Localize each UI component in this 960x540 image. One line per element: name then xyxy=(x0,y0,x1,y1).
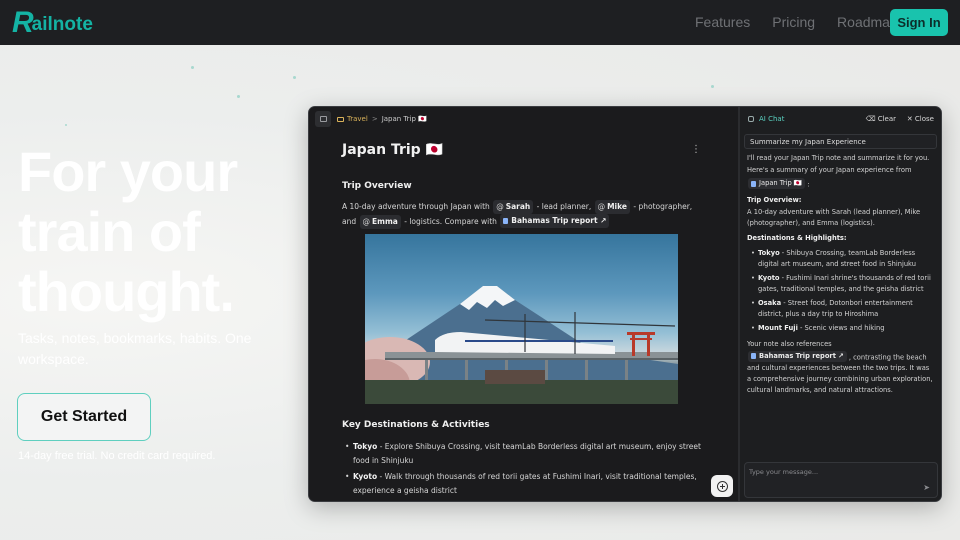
ai-chat-panel: AI Chat ⌫ Clear ✕ Close Summarize my Jap… xyxy=(740,107,941,501)
decorative-dot xyxy=(191,66,194,69)
hero-title-line: thought. xyxy=(18,260,235,323)
photo-illustration xyxy=(365,286,678,404)
hero-title: For your train of thought. xyxy=(18,140,238,323)
more-vertical-icon[interactable]: ⋮ xyxy=(691,145,701,155)
close-icon: ✕ xyxy=(906,115,915,123)
breadcrumb: Travel > Japan Trip 🇯🇵 xyxy=(315,111,427,127)
ai-section-label: Trip Overview: xyxy=(747,195,802,204)
chat-header: AI Chat ⌫ Clear ✕ Close xyxy=(748,113,936,125)
nav-link-features[interactable]: Features xyxy=(695,14,750,30)
logo-wordmark: ailnote xyxy=(31,14,93,35)
send-icon[interactable]: ➤ xyxy=(923,483,930,492)
overview-paragraph[interactable]: A 10-day adventure through Japan with @ S… xyxy=(342,200,702,229)
app-preview-window: Travel > Japan Trip 🇯🇵 ⋮ Japan Trip 🇯🇵 T… xyxy=(308,106,942,502)
nav-link-pricing[interactable]: Pricing xyxy=(772,14,815,30)
ai-text: Here's a summary of your Japan experienc… xyxy=(747,166,912,174)
plus-circle-icon[interactable] xyxy=(711,475,733,497)
close-button[interactable]: ✕ Close xyxy=(907,115,934,123)
nav-link-roadmap[interactable]: Roadmap xyxy=(837,14,898,30)
list-item: Mount Fuji - Scenic views and hiking xyxy=(751,323,935,334)
breadcrumb-separator: > xyxy=(371,115,378,123)
decorative-dot xyxy=(65,124,67,126)
chat-message-input[interactable] xyxy=(749,466,919,478)
get-started-button[interactable]: Get Started xyxy=(17,393,151,441)
section-heading: Key Destinations & Activities xyxy=(342,420,490,430)
trial-note: 14-day free trial. No credit card requir… xyxy=(18,450,216,462)
decorative-dot xyxy=(237,95,240,98)
document-icon xyxy=(503,218,509,224)
highlights-list: Tokyo - Shibuya Crossing, teamLab Border… xyxy=(747,248,935,334)
breadcrumb-current-page[interactable]: Japan Trip 🇯🇵 xyxy=(382,115,427,123)
clear-button[interactable]: ⌫ Clear xyxy=(866,115,896,123)
decorative-dot xyxy=(293,76,296,79)
brand-logo[interactable]: R ailnote xyxy=(12,6,93,39)
list-item: Tokyo - Shibuya Crossing, teamLab Border… xyxy=(751,248,935,270)
chat-icon xyxy=(748,116,754,122)
list-item: Kyoto - Fushimi Inari shrine's thousands… xyxy=(751,273,935,295)
hero-title-line: For your xyxy=(18,140,238,203)
mention-mike[interactable]: @ Mike xyxy=(594,200,631,214)
ai-text: A 10-day adventure with Sarah (lead plan… xyxy=(747,207,921,227)
destinations-list: Tokyo - Explore Shibuya Crossing, visit … xyxy=(345,440,705,500)
eraser-icon: ⌫ xyxy=(865,115,878,123)
note-link-japan[interactable]: Japan Trip 🇯🇵 xyxy=(748,178,806,189)
ai-text: Japan Trip 🇯🇵: xyxy=(747,177,935,191)
nav-links: Features Pricing Roadmap xyxy=(695,14,920,30)
note-link-bahamas[interactable]: Bahamas Trip report ↗ xyxy=(500,214,610,228)
list-item[interactable]: Kyoto - Walk through thousands of red to… xyxy=(345,470,705,498)
sidebar-icon[interactable] xyxy=(315,111,331,127)
overview-text: A 10-day adventure through Japan with xyxy=(342,202,490,211)
chat-input-box: ➤ xyxy=(744,462,938,498)
note-link-bahamas[interactable]: Bahamas Trip report ↗ xyxy=(748,350,847,362)
breadcrumb-travel[interactable]: Travel xyxy=(337,115,368,123)
overview-text: - logistics. Compare with xyxy=(404,217,497,226)
section-heading: Trip Overview xyxy=(342,181,412,191)
folder-icon xyxy=(337,116,344,122)
sign-in-button[interactable]: Sign In xyxy=(890,9,948,36)
chat-title: AI Chat xyxy=(748,115,784,123)
overview-text: - lead planner, xyxy=(536,202,592,211)
list-item: Osaka - Street food, Dotonbori entertain… xyxy=(751,298,935,320)
ai-text: I'll read your Japan Trip note and summa… xyxy=(747,154,930,162)
note-title[interactable]: Japan Trip 🇯🇵 xyxy=(342,142,443,158)
document-icon xyxy=(751,353,756,359)
logo-mark: R xyxy=(12,6,34,39)
chat-title-label: AI Chat xyxy=(759,115,785,123)
mount-fuji-photo xyxy=(365,234,678,404)
hero-title-line: train of xyxy=(18,200,201,263)
list-item[interactable]: Tokyo - Explore Shibuya Crossing, visit … xyxy=(345,440,705,468)
mention-sarah[interactable]: @ Sarah xyxy=(493,200,534,214)
note-editor: Travel > Japan Trip 🇯🇵 ⋮ Japan Trip 🇯🇵 T… xyxy=(309,107,738,501)
user-message: Summarize my Japan Experience xyxy=(744,134,937,149)
breadcrumb-folder-label: Travel xyxy=(347,115,368,123)
ai-response: I'll read your Japan Trip note and summa… xyxy=(747,153,935,397)
ai-section-label: Destinations & Highlights: xyxy=(747,233,847,242)
top-nav: R ailnote Features Pricing Roadmap Sign … xyxy=(0,0,960,45)
document-icon xyxy=(751,180,756,187)
hero-subtitle: Tasks, notes, bookmarks, habits. One wor… xyxy=(18,330,252,367)
mention-emma[interactable]: @ Emma xyxy=(359,215,401,229)
decorative-dot xyxy=(711,85,714,88)
ai-text: Your note also references Bahamas Trip r… xyxy=(747,339,933,395)
